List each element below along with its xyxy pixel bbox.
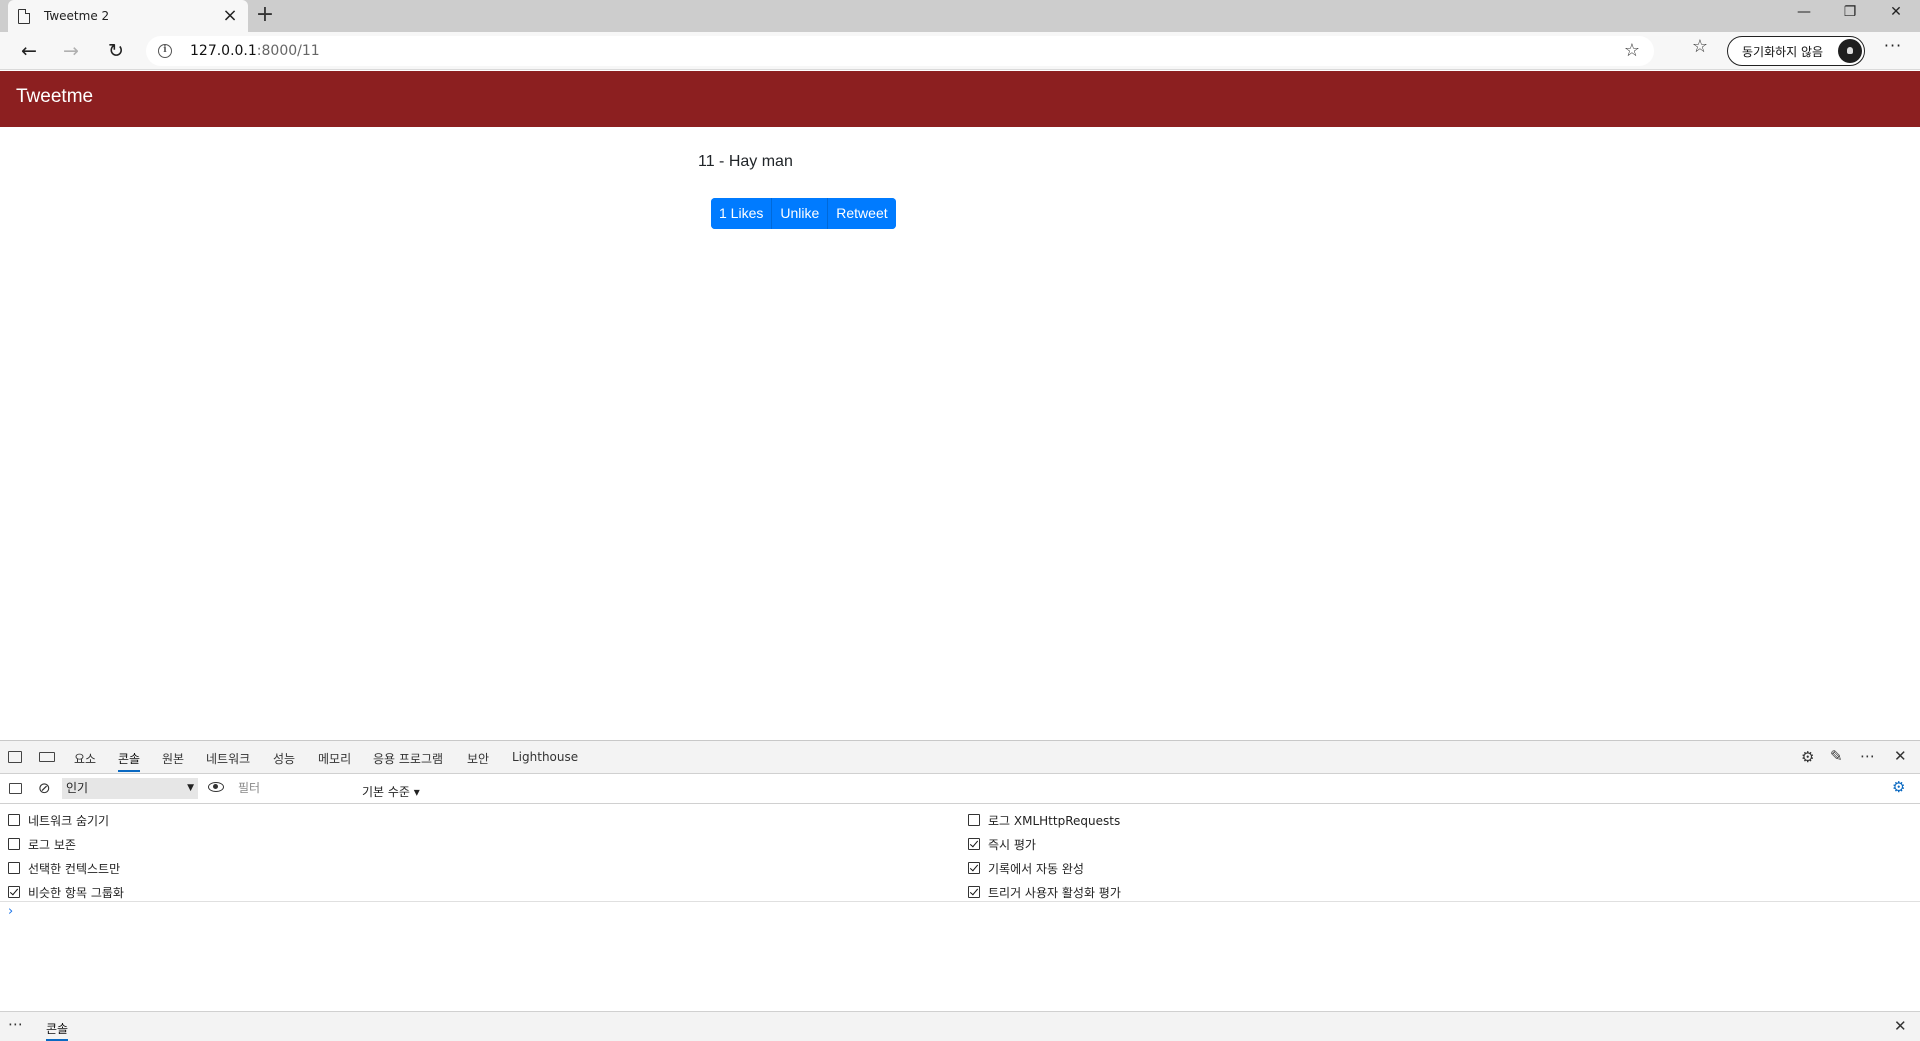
option-eager-evaluation[interactable]: 즉시 평가 — [968, 836, 1036, 852]
browser-toolbar: ← → ↻ i 127.0.0.1:8000/11 ☆ — [0, 32, 1920, 70]
option-autocomplete-history[interactable]: 기록에서 자동 완성 — [968, 860, 1084, 876]
option-selected-context-only[interactable]: 선택한 컨텍스트만 — [8, 860, 120, 876]
back-icon[interactable]: ← — [14, 36, 44, 66]
ellipsis-icon[interactable]: ··· — [1880, 36, 1906, 55]
devtools-panel: 요소 콘솔 원본 네트워크 성능 메모리 응용 프로그램 보안 Lighthou… — [0, 740, 1920, 1041]
eye-icon[interactable] — [208, 782, 224, 792]
inspect-element-icon[interactable] — [8, 751, 22, 763]
console-settings-icon[interactable]: ⚙ — [1892, 778, 1905, 796]
avatar — [1838, 39, 1862, 63]
tab-sources[interactable]: 원본 — [162, 750, 184, 767]
restore-button[interactable]: ❐ — [1828, 0, 1872, 28]
tab-console[interactable]: 콘솔 — [118, 750, 141, 772]
minimize-button[interactable]: — — [1782, 0, 1826, 28]
option-label: 비슷한 항목 그룹화 — [28, 885, 124, 900]
unlike-button[interactable]: Unlike — [772, 198, 829, 229]
site-info-icon[interactable]: i — [158, 44, 172, 58]
tab-application[interactable]: 응용 프로그램 — [373, 750, 443, 767]
devtools-drawer: ⋯ 콘솔 ✕ — [0, 1011, 1920, 1041]
sidebar-toggle-icon[interactable] — [9, 783, 22, 794]
checkbox[interactable] — [968, 862, 980, 874]
forward-icon[interactable]: → — [56, 36, 86, 66]
url-host: 127.0.0.1 — [190, 43, 257, 59]
likes-button[interactable]: 1 Likes — [711, 198, 773, 229]
new-tab-button[interactable]: + — [252, 3, 278, 29]
tab-security[interactable]: 보안 — [467, 750, 489, 767]
favorites-list-icon[interactable]: ☆ — [1688, 36, 1712, 57]
log-level-dropdown[interactable]: 기본 수준 ▾ — [362, 783, 420, 800]
drawer-menu-icon[interactable]: ⋯ — [8, 1015, 23, 1033]
option-label: 트리거 사용자 활성화 평가 — [988, 885, 1121, 900]
tab-close-icon[interactable]: × — [222, 7, 238, 25]
option-label: 기록에서 자동 완성 — [988, 861, 1084, 876]
drawer-tab-console[interactable]: 콘솔 — [46, 1020, 69, 1041]
chevron-down-icon: ▼ — [187, 783, 194, 793]
address-bar[interactable]: i 127.0.0.1:8000/11 ☆ — [146, 36, 1654, 66]
checkbox[interactable] — [8, 814, 20, 826]
console-toolbar: ⊘ 인기 ▼ 필터 기본 수준 ▾ ⚙ — [0, 774, 1920, 804]
checkbox[interactable] — [968, 886, 980, 898]
checkbox[interactable] — [8, 838, 20, 850]
devtools-tabbar: 요소 콘솔 원본 네트워크 성능 메모리 응용 프로그램 보안 Lighthou… — [0, 741, 1920, 774]
close-window-button[interactable]: ✕ — [1874, 0, 1918, 28]
app-navbar: Tweetme — [0, 71, 1920, 127]
option-label: 즉시 평가 — [988, 837, 1036, 852]
tab-performance[interactable]: 성능 — [273, 750, 295, 767]
console-prompt[interactable]: › — [8, 904, 13, 919]
device-toolbar-icon[interactable] — [39, 752, 55, 762]
option-label: 네트워크 숨기기 — [28, 813, 110, 828]
option-hide-network[interactable]: 네트워크 숨기기 — [8, 812, 109, 828]
browser-tab[interactable]: Tweetme 2 × — [8, 0, 248, 32]
tab-network[interactable]: 네트워크 — [206, 750, 250, 767]
console-settings: 네트워크 숨기기 로그 보존 선택한 컨텍스트만 비슷한 항목 그룹화 로그 X… — [0, 804, 1920, 902]
close-drawer-icon[interactable]: ✕ — [1894, 1017, 1907, 1035]
option-preserve-log[interactable]: 로그 보존 — [8, 836, 76, 852]
tab-elements[interactable]: 요소 — [74, 750, 96, 767]
sync-label: 동기화하지 않음 — [1742, 44, 1824, 59]
brand-link[interactable]: Tweetme — [16, 86, 93, 108]
tweet-actions: 1 Likes Unlike Retweet — [711, 198, 896, 229]
reload-icon[interactable]: ↻ — [101, 36, 131, 66]
browser-tabstrip: Tweetme 2 × + — ❐ ✕ — [0, 0, 1920, 32]
close-devtools-icon[interactable]: ✕ — [1894, 747, 1907, 765]
option-user-activation-eval[interactable]: 트리거 사용자 활성화 평가 — [968, 884, 1121, 900]
tab-lighthouse[interactable]: Lighthouse — [512, 750, 578, 764]
star-icon[interactable]: ☆ — [1624, 40, 1640, 61]
option-log-xhr[interactable]: 로그 XMLHttpRequests — [968, 812, 1120, 828]
sync-button[interactable]: 동기화하지 않음 — [1727, 36, 1865, 66]
context-select-value: 인기 — [66, 781, 89, 795]
tab-title: Tweetme 2 — [44, 9, 110, 23]
url-path: :8000/11 — [256, 43, 320, 59]
tab-memory[interactable]: 메모리 — [318, 750, 351, 767]
option-group-similar[interactable]: 비슷한 항목 그룹화 — [8, 884, 124, 900]
retweet-button[interactable]: Retweet — [828, 198, 896, 229]
context-select[interactable]: 인기 ▼ — [62, 778, 198, 799]
gear-icon[interactable]: ⚙ — [1801, 748, 1814, 766]
option-label: 로그 보존 — [28, 837, 76, 852]
tweet-text: 11 - Hay man — [698, 153, 793, 170]
checkbox[interactable] — [8, 886, 20, 898]
checkbox[interactable] — [968, 814, 980, 826]
checkbox[interactable] — [968, 838, 980, 850]
option-label: 로그 XMLHttpRequests — [988, 813, 1121, 828]
more-options-icon[interactable]: ⋯ — [1860, 747, 1875, 765]
filter-input[interactable]: 필터 — [234, 778, 354, 799]
clear-console-icon[interactable]: ⊘ — [38, 779, 51, 797]
checkbox[interactable] — [8, 862, 20, 874]
option-label: 선택한 컨텍스트만 — [28, 861, 121, 876]
page-icon — [18, 8, 30, 24]
feedback-icon[interactable]: ✎ — [1830, 747, 1843, 765]
